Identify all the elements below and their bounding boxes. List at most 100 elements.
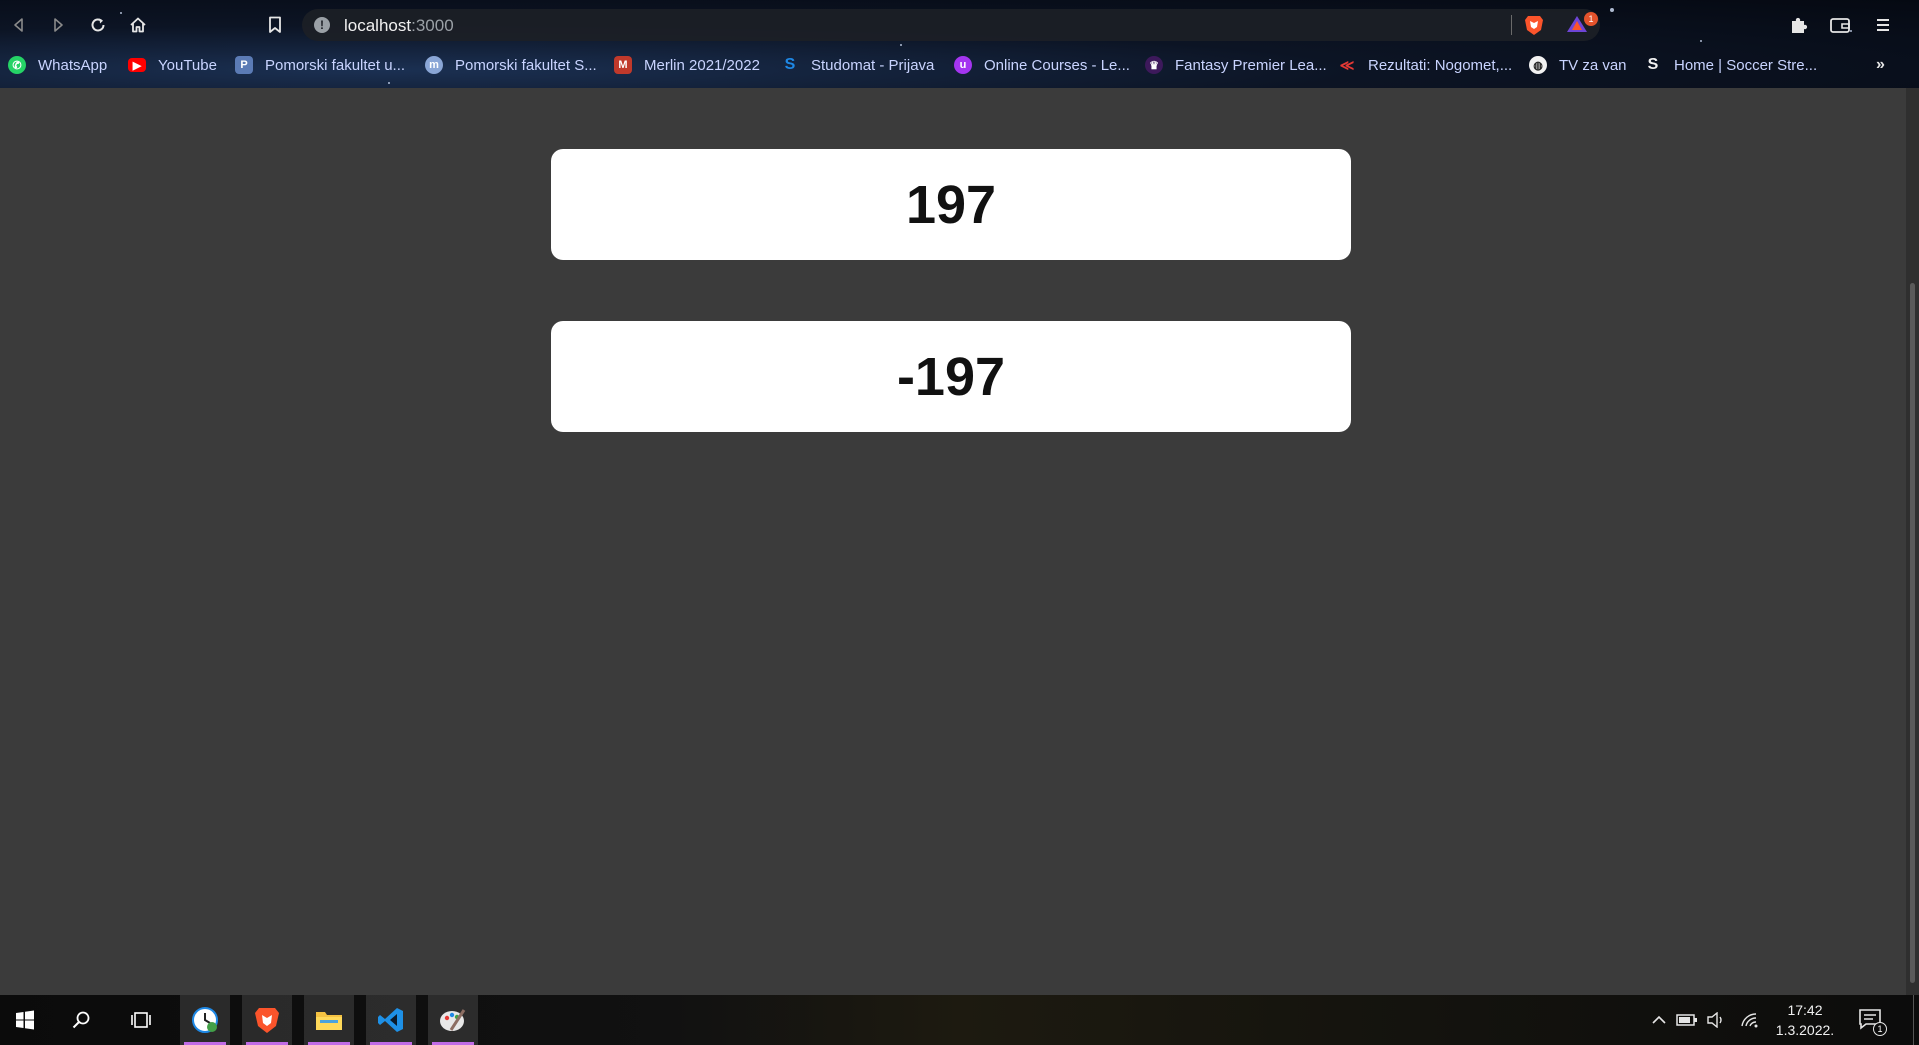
brave-browser-icon [255,1008,279,1033]
negative-value: -197 [896,346,1006,407]
pomorski-icon: P [235,56,253,74]
task-view-icon [131,1012,151,1028]
bookmark-label: Online Courses - Le... [984,56,1130,74]
puzzle-icon [1792,17,1808,33]
bookmark-whatsapp[interactable]: ✆ WhatsApp [8,54,107,76]
wifi-icon [1741,1013,1758,1028]
address-port: :3000 [411,16,454,35]
bookmarks-bar: ✆ WhatsApp ▶ YouTube P Pomorski fakultet… [0,50,1919,80]
vscode-icon [378,1008,403,1032]
extensions-button[interactable] [1786,12,1812,38]
wallet-button[interactable] [1827,12,1853,38]
bookmark-udemy[interactable]: u Online Courses - Le... [954,54,1130,76]
reload-icon [91,18,105,32]
scrollbar-thumb[interactable] [1910,283,1915,983]
browser-toolbar: ! localhost:3000 1 [0,0,1919,50]
chevron-up-icon [1652,1015,1666,1024]
site-info-icon[interactable]: ! [314,17,330,33]
menu-button[interactable] [1870,12,1896,38]
more-bookmarks-button[interactable]: » [1876,54,1885,76]
system-clock[interactable]: 17:42 1.3.2022. [1760,1000,1850,1040]
bookmark-icon [269,16,281,33]
page-viewport: 197 -197 [0,88,1906,995]
paint-icon [440,1009,466,1031]
battery-icon [1676,1014,1697,1026]
back-button[interactable] [6,12,32,38]
search-button[interactable] [56,995,106,1045]
bookmark-tv-za-van[interactable]: ◍ TV za van [1529,54,1627,76]
speaker-icon [1707,1012,1722,1028]
battery-button[interactable] [1676,1009,1698,1031]
wallet-icon [1830,18,1850,33]
windows-taskbar: 17:42 1.3.2022. 1 [0,995,1919,1045]
bookmark-label: Rezultati: Nogomet,... [1368,56,1513,74]
premier-league-icon: ♛ [1145,56,1163,74]
bookmark-label: WhatsApp [38,56,108,74]
notification-count-badge: 1 [1873,1022,1887,1036]
home-icon [130,17,146,33]
address-bar[interactable]: ! localhost:3000 1 [302,9,1600,41]
clock-date: 1.3.2022. [1775,1022,1835,1038]
brave-shields-button[interactable] [1524,14,1544,41]
globe-icon: ◍ [1529,56,1547,74]
search-icon [72,1011,90,1029]
positive-value-card: 197 [551,149,1351,260]
taskbar-clock-app[interactable] [180,995,230,1045]
taskbar-paint[interactable] [428,995,478,1045]
bookmark-label: Merlin 2021/2022 [644,56,760,74]
home-button[interactable] [125,12,151,38]
show-desktop-button[interactable] [1913,995,1914,1045]
browser-chrome: ! localhost:3000 1 ✆ WhatsApp ▶ YouTube … [0,0,1919,88]
bookmark-label: TV za van [1559,56,1627,74]
negative-value-card: -197 [551,321,1351,432]
bookmark-pomorski-2[interactable]: m Pomorski fakultet S... [425,54,597,76]
bookmark-label: Home | Soccer Stre... [1674,56,1818,74]
taskbar-brave-browser[interactable] [242,995,292,1045]
address-text[interactable]: localhost:3000 [344,16,454,36]
studomat-icon: S [784,56,796,73]
rezultati-icon: ≪ [1339,56,1355,73]
windows-logo-icon [16,1010,34,1030]
whatsapp-icon: ✆ [8,56,26,74]
back-icon [14,18,23,32]
bookmark-soccer-streams[interactable]: S Home | Soccer Stre... [1644,54,1817,76]
positive-value: 197 [905,174,997,235]
brave-lion-icon [1525,16,1543,35]
merlin-icon: M [614,56,632,74]
bookmark-button[interactable] [262,12,288,38]
address-host: localhost [344,16,412,35]
bookmark-merlin[interactable]: M Merlin 2021/2022 [614,54,760,76]
network-button[interactable] [1739,1009,1761,1031]
bookmark-youtube[interactable]: ▶ YouTube [128,54,217,76]
moodle-icon: m [425,56,443,74]
task-view-button[interactable] [116,995,166,1045]
bookmark-pomorski-1[interactable]: P Pomorski fakultet u... [235,54,405,76]
show-hidden-icons-button[interactable] [1648,1009,1670,1031]
clock-app-icon [192,1007,218,1033]
hamburger-menu-icon [1877,19,1889,31]
bookmark-fantasy-premier-league[interactable]: ♛ Fantasy Premier Lea... [1145,54,1327,76]
taskbar-file-explorer[interactable] [304,995,354,1045]
rewards-badge: 1 [1584,12,1598,26]
address-separator [1511,15,1512,35]
bookmark-label: Pomorski fakultet S... [455,56,597,74]
forward-button[interactable] [45,12,71,38]
bookmark-rezultati[interactable]: ≪ Rezultati: Nogomet,... [1338,54,1513,76]
soccer-streams-icon: S [1647,56,1659,73]
forward-icon [54,18,63,32]
bookmark-studomat[interactable]: S Studomat - Prijava [781,54,935,76]
youtube-icon: ▶ [128,58,146,72]
reload-button[interactable] [85,12,111,38]
volume-button[interactable] [1705,1009,1727,1031]
bookmark-label: Fantasy Premier Lea... [1175,56,1327,74]
bookmark-label: Studomat - Prijava [811,56,935,74]
udemy-icon: u [954,56,972,74]
clock-time: 17:42 [1787,1002,1823,1018]
taskbar-vscode[interactable] [366,995,416,1045]
file-explorer-icon [316,1012,342,1030]
start-button[interactable] [0,995,50,1045]
page-scrollbar[interactable] [1906,88,1919,995]
bookmark-label: Pomorski fakultet u... [265,56,406,74]
background-star [388,82,390,84]
bookmark-label: YouTube [158,56,217,74]
